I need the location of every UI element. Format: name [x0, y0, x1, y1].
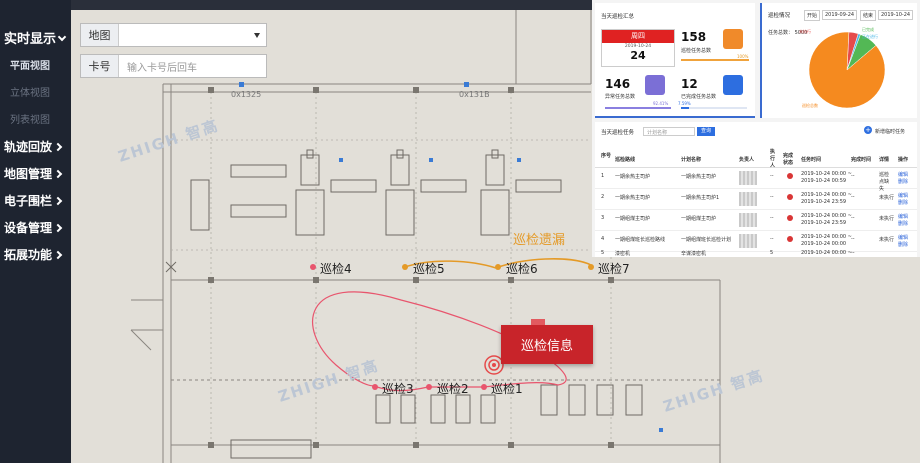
tasks-title: 当天巡检任务 [601, 130, 635, 136]
legend-total: 巡检总数 [802, 103, 818, 108]
edit-link[interactable]: 编辑 [898, 171, 908, 178]
weekday: 周四 [602, 30, 674, 43]
svg-text:0x1325: 0x1325 [231, 90, 261, 99]
table-row: 2 一期余热主司炉 一期余热主司炉1 -- 2019-10-24 00:00 ~… [595, 190, 917, 210]
end-date-label: 结束 [860, 10, 877, 21]
edit-link[interactable]: 编辑 [898, 234, 908, 241]
map-select-label: 地图 [81, 24, 119, 46]
start-date-input[interactable]: 2019-09-24 [822, 10, 858, 20]
nav-list-view[interactable]: 列表视图 [0, 107, 71, 134]
chevron-right-icon [53, 169, 63, 179]
missed-route-label: 巡检遗漏 [513, 233, 566, 248]
delete-link[interactable]: 删除 [898, 220, 908, 227]
plus-icon[interactable]: + [864, 126, 872, 134]
legend-completed: 已完成 [862, 27, 874, 32]
completed-count: 12 [681, 77, 698, 91]
chevron-right-icon [53, 250, 63, 260]
nav-geofence[interactable]: 电子围栏 [0, 188, 71, 215]
situation-title: 巡检情况 [768, 13, 791, 19]
clock-icon [645, 75, 665, 95]
total-task-count: 158 [681, 30, 707, 44]
total-progress [681, 59, 749, 61]
nav-track-playback[interactable]: 轨迹回放 [0, 134, 71, 161]
card-search[interactable]: 卡号 输入卡号后回车 [80, 54, 267, 78]
nav-map-management[interactable]: 地图管理 [0, 161, 71, 188]
abnormal-progress [605, 107, 671, 109]
table-header: 序号 巡检路线 计划名称 负责人 执行人 完成状态 任务时间 完成时间 详情 操… [595, 146, 917, 169]
abnormal-pct: 92.41% [653, 101, 669, 106]
legend-not-executed: 未执行 [799, 29, 811, 34]
summary-title: 当天巡检汇总 [601, 14, 635, 20]
inspection-info-badge[interactable]: 巡检信息 [501, 319, 593, 364]
end-date-input[interactable]: 2019-10-24 [878, 10, 914, 20]
dropdown-caret-icon [254, 33, 260, 38]
plan-name-search[interactable]: 计划名称 [643, 127, 695, 136]
nav-realtime[interactable]: 实时显示 [0, 26, 71, 53]
delete-link[interactable]: 删除 [898, 178, 908, 185]
chevron-down-icon [57, 32, 67, 42]
nav-extensions[interactable]: 拓展功能 [0, 242, 71, 269]
map-select-value[interactable] [119, 24, 266, 46]
status-x-icon [787, 173, 793, 179]
total-task-label: 巡检任务总数 [681, 48, 712, 54]
delete-link[interactable]: 删除 [898, 199, 908, 206]
point-label-7: 巡检7 [598, 262, 630, 276]
tasks-card: 当天巡检任务 计划名称 查询 + 新增临时任务 序号 巡检路线 计划名称 负责人… [595, 122, 917, 257]
point-label-6: 巡检6 [506, 262, 538, 276]
table-row: 1 一期余热主司炉 一期余热主司炉 -- 2019-10-24 00:00 ~ … [595, 169, 917, 192]
sidebar: 实时显示 平面视图 立体视图 列表视图 轨迹回放 地图管理 电子围栏 设备管理 … [0, 0, 71, 463]
redacted-name [739, 171, 757, 185]
completed-pct: 7.59% [678, 101, 691, 106]
edit-link[interactable]: 编辑 [898, 192, 908, 199]
completed-progress-track [689, 107, 747, 109]
completed-label: 已完成任务总数 [681, 94, 717, 100]
chevron-right-icon [53, 142, 63, 152]
total-pct: 100% [737, 54, 749, 59]
completed-progress [681, 107, 689, 109]
redacted-name [739, 213, 757, 227]
map-select[interactable]: 地图 [80, 23, 267, 47]
point-label-5: 巡检5 [413, 262, 445, 276]
card-input[interactable]: 输入卡号后回车 [119, 55, 266, 77]
svg-text:0x131B: 0x131B [459, 90, 490, 99]
situation-pie-chart [808, 31, 886, 109]
redacted-name [739, 234, 757, 248]
status-x-icon [787, 236, 793, 242]
abnormal-label: 异常任务总数 [605, 94, 636, 100]
card-input-label: 卡号 [81, 55, 119, 77]
lock-icon [723, 29, 743, 49]
nav-device-management[interactable]: 设备管理 [0, 215, 71, 242]
abnormal-count: 146 [605, 77, 631, 91]
table-row: 5 漆密机 辛谋漆密机 5 2019-10-24 00:00 ~ -- [601, 250, 855, 257]
situation-card: 巡检情况 开始 2019-09-24 结束 2019-10-24 任务总数： 5… [760, 3, 917, 118]
chevron-right-icon [53, 223, 63, 233]
table-row: 4 一期组煤班长巡检路线 一期组煤班长巡检计划 -- 2019-10-24 00… [595, 232, 917, 252]
nav-3d-view[interactable]: 立体视图 [0, 80, 71, 107]
delete-link[interactable]: 删除 [898, 241, 908, 248]
dashboard-overlay: 当天巡检汇总 周四 2019-10-24 24 158 巡检任务总数 100% … [592, 0, 920, 257]
check-icon [723, 75, 743, 95]
start-date-label: 开始 [804, 10, 821, 21]
add-temp-task-button[interactable]: 新增临时任务 [875, 128, 905, 135]
legend-in-progress: 正在进行 [862, 34, 878, 39]
summary-card: 当天巡检汇总 周四 2019-10-24 24 158 巡检任务总数 100% … [595, 3, 755, 118]
point-label-1: 巡检1 [491, 382, 523, 396]
point-label-4: 巡检4 [320, 262, 352, 276]
calendar-box: 周四 2019-10-24 24 [601, 29, 675, 67]
status-x-icon [787, 194, 793, 200]
redacted-name [739, 192, 757, 206]
status-x-icon [787, 215, 793, 221]
calendar-day: 24 [630, 49, 646, 62]
point-label-2: 巡检2 [437, 382, 469, 396]
chevron-right-icon [53, 196, 63, 206]
point-label-3: 巡检3 [382, 382, 414, 396]
edit-link[interactable]: 编辑 [898, 213, 908, 220]
table-row: 3 一期组煤主司炉 一期组煤主司炉 -- 2019-10-24 00:00 ~ … [595, 211, 917, 231]
query-button[interactable]: 查询 [697, 127, 715, 136]
nav-plan-view[interactable]: 平面视图 [0, 53, 71, 80]
